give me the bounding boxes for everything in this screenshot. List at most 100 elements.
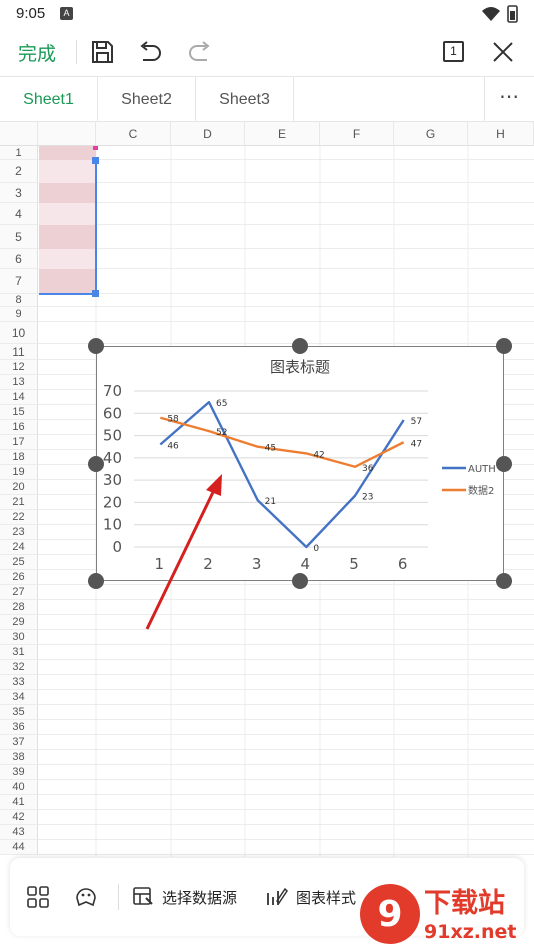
row-gridline xyxy=(38,794,534,795)
chart-style-button[interactable]: 图表样式 xyxy=(264,882,356,912)
row-header[interactable]: 14 xyxy=(0,390,38,405)
select-data-source-button[interactable]: 选择数据源 xyxy=(132,882,237,912)
column-header-b[interactable] xyxy=(38,122,96,146)
column-header[interactable]: G xyxy=(394,122,468,146)
row-header[interactable]: 39 xyxy=(0,765,38,780)
row-gridline xyxy=(38,248,534,249)
row-header[interactable]: 31 xyxy=(0,645,38,660)
row-header[interactable]: 8 xyxy=(0,294,38,307)
chart-resize-handle[interactable] xyxy=(496,573,512,589)
selected-range[interactable] xyxy=(39,146,96,294)
sheet-count-button[interactable]: 1 xyxy=(443,41,464,62)
chart-style-label: 图表样式 xyxy=(296,889,357,907)
row-header[interactable]: 41 xyxy=(0,795,38,810)
svg-text:9: 9 xyxy=(377,894,402,935)
chart-object[interactable]: 图表标题 0 10 20 30 40 50 60 70 123456 46 65 21 0 23 57 5… xyxy=(96,346,504,581)
y-tick-label: 20 xyxy=(103,493,122,511)
close-icon[interactable] xyxy=(489,38,517,66)
chart-element-icon[interactable] xyxy=(73,884,99,910)
row-gridline xyxy=(38,734,534,735)
row-header[interactable]: 24 xyxy=(0,540,38,555)
row-header[interactable]: 35 xyxy=(0,705,38,720)
row-header[interactable]: 9 xyxy=(0,307,38,322)
row-header[interactable]: 30 xyxy=(0,630,38,645)
row-header[interactable]: 2 xyxy=(0,160,38,183)
chart-resize-handle[interactable] xyxy=(292,338,308,354)
selection-handle-bottom[interactable] xyxy=(92,290,99,297)
column-header[interactable]: D xyxy=(171,122,245,146)
row-header[interactable]: 37 xyxy=(0,735,38,750)
done-button[interactable]: 完成 xyxy=(18,39,56,66)
tab-sheet2[interactable]: Sheet2 xyxy=(98,77,196,122)
tab-sheet1[interactable]: Sheet1 xyxy=(0,77,98,122)
row-header[interactable]: 36 xyxy=(0,720,38,735)
row-header[interactable]: 26 xyxy=(0,570,38,585)
y-tick-label: 10 xyxy=(103,516,122,534)
chart-resize-handle[interactable] xyxy=(496,338,512,354)
row-header[interactable]: 17 xyxy=(0,435,38,450)
row-header[interactable]: 1 xyxy=(0,146,38,160)
chart-resize-handle[interactable] xyxy=(88,338,104,354)
data-label: 23 xyxy=(362,493,373,503)
row-header[interactable]: 16 xyxy=(0,420,38,435)
row-header[interactable]: 32 xyxy=(0,660,38,675)
chart-resize-handle[interactable] xyxy=(292,573,308,589)
row-header[interactable]: 29 xyxy=(0,615,38,630)
row-header[interactable]: 28 xyxy=(0,600,38,615)
row-header[interactable]: 25 xyxy=(0,555,38,570)
row-header[interactable]: 18 xyxy=(0,450,38,465)
row-header[interactable]: 44 xyxy=(0,840,38,855)
row-header[interactable]: 11 xyxy=(0,344,38,360)
redo-icon[interactable] xyxy=(186,38,214,66)
row-header[interactable]: 4 xyxy=(0,203,38,225)
row-header[interactable]: 6 xyxy=(0,249,38,269)
row-header[interactable]: 13 xyxy=(0,375,38,390)
data-label: 52 xyxy=(216,428,227,438)
row-gridline xyxy=(38,268,534,269)
row-header[interactable]: 3 xyxy=(0,183,38,203)
row-header[interactable]: 5 xyxy=(0,225,38,249)
row-header[interactable]: 12 xyxy=(0,360,38,375)
data-label: 36 xyxy=(362,464,374,474)
row-gridline xyxy=(38,343,534,344)
undo-icon[interactable] xyxy=(136,38,164,66)
row-header[interactable]: 27 xyxy=(0,585,38,600)
column-header[interactable]: F xyxy=(320,122,394,146)
row-header[interactable]: 15 xyxy=(0,405,38,420)
y-tick-label: 0 xyxy=(112,538,122,556)
column-header[interactable]: C xyxy=(96,122,171,146)
row-header[interactable]: 33 xyxy=(0,675,38,690)
column-header[interactable]: H xyxy=(468,122,534,146)
data-label: 57 xyxy=(411,417,422,427)
x-tick-label: 2 xyxy=(203,555,213,573)
row-header[interactable]: 40 xyxy=(0,780,38,795)
row-gridline xyxy=(38,293,534,294)
row-header[interactable]: 19 xyxy=(0,465,38,480)
row-header[interactable]: 23 xyxy=(0,525,38,540)
row-header[interactable]: 38 xyxy=(0,750,38,765)
line-chart[interactable]: 图表标题 010203040506070 123456 466521023575… xyxy=(96,346,504,581)
chart-type-icon[interactable] xyxy=(26,885,50,909)
row-header[interactable]: 20 xyxy=(0,480,38,495)
row-gridline xyxy=(38,224,534,225)
row-header[interactable]: 22 xyxy=(0,510,38,525)
selection-handle-top[interactable] xyxy=(92,157,99,164)
corner-cell[interactable] xyxy=(0,122,38,146)
more-options-button[interactable]: ⋯ xyxy=(484,77,534,122)
row-header[interactable]: 42 xyxy=(0,810,38,825)
row-header[interactable]: 34 xyxy=(0,690,38,705)
x-tick-label: 3 xyxy=(252,555,262,573)
row-gridline xyxy=(38,644,534,645)
tab-sheet3[interactable]: Sheet3 xyxy=(196,77,294,122)
chart-resize-handle[interactable] xyxy=(496,456,512,472)
column-header[interactable]: E xyxy=(245,122,320,146)
row-header[interactable]: 7 xyxy=(0,269,38,294)
row-gridline xyxy=(38,749,534,750)
row-header[interactable]: 43 xyxy=(0,825,38,840)
chart-resize-handle[interactable] xyxy=(88,573,104,589)
spreadsheet-grid[interactable]: C D E F G H 1 2 3 4 5 6 7 8 9 10 11 12 13 14 15 16 17 18 1… xyxy=(0,122,534,857)
chart-resize-handle[interactable] xyxy=(88,456,104,472)
row-header[interactable]: 21 xyxy=(0,495,38,510)
row-header[interactable]: 10 xyxy=(0,322,38,344)
save-icon[interactable] xyxy=(88,38,116,66)
